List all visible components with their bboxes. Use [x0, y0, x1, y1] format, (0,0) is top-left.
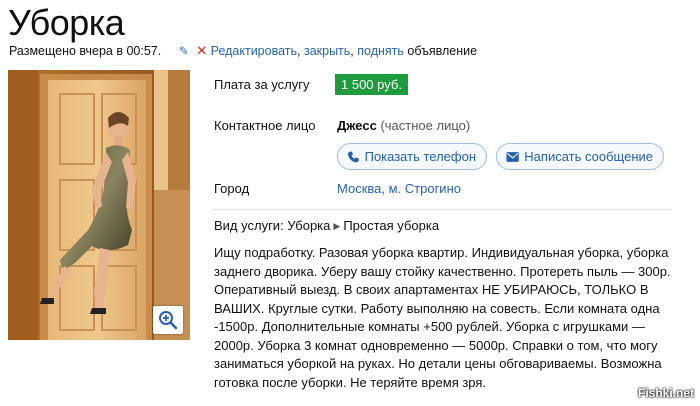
raise-link[interactable]: поднять — [357, 44, 404, 58]
caret-right-icon: ▶ — [333, 221, 341, 231]
posted-time: Размещено вчера в 00:57. — [9, 44, 162, 58]
ad-photo-image — [8, 70, 190, 340]
contact-person: Джесс (частное лицо) — [337, 118, 470, 133]
contact-type: (частное лицо) — [376, 118, 471, 133]
service-breadcrumb: Вид услуги: Уборка ▶ Простая уборка — [214, 218, 439, 233]
separator: , — [297, 44, 304, 58]
ad-photo[interactable] — [8, 70, 190, 340]
contact-name: Джесс — [337, 118, 377, 133]
close-x-icon[interactable]: ✕ — [196, 43, 207, 59]
service-subcategory[interactable]: Простая уборка — [343, 218, 439, 233]
ad-meta-line: Размещено вчера в 00:57. ✎ ✕ Редактирова… — [9, 43, 477, 59]
magnifier-plus-icon — [159, 311, 178, 330]
phone-icon — [347, 151, 359, 162]
city-link[interactable]: Москва, м. Строгино — [337, 181, 461, 196]
service-prefix: Вид услуги: — [214, 218, 288, 233]
ad-description: Ищу подработку. Разовая уборка квартир. … — [214, 245, 671, 390]
zoom-button[interactable] — [153, 306, 183, 334]
write-message-label: Написать сообщение — [524, 149, 653, 164]
close-link[interactable]: закрыть — [304, 44, 350, 58]
page-title: Уборка — [8, 2, 125, 43]
edit-link[interactable]: Редактировать — [211, 44, 297, 58]
pencil-icon[interactable]: ✎ — [179, 44, 189, 58]
price-label: Плата за услугу — [214, 77, 310, 92]
contact-label: Контактное лицо — [214, 118, 316, 133]
price-value: 1 500 руб. — [335, 74, 408, 95]
watermark: Fishki.net — [637, 386, 694, 400]
service-category[interactable]: Уборка — [287, 218, 330, 233]
envelope-icon — [506, 151, 519, 162]
show-phone-button[interactable]: Показать телефон — [337, 143, 487, 170]
city-label: Город — [214, 181, 250, 196]
show-phone-label: Показать телефон — [364, 149, 476, 164]
action-suffix: объявление — [403, 44, 478, 58]
write-message-button[interactable]: Написать сообщение — [496, 143, 664, 170]
divider — [212, 209, 672, 210]
